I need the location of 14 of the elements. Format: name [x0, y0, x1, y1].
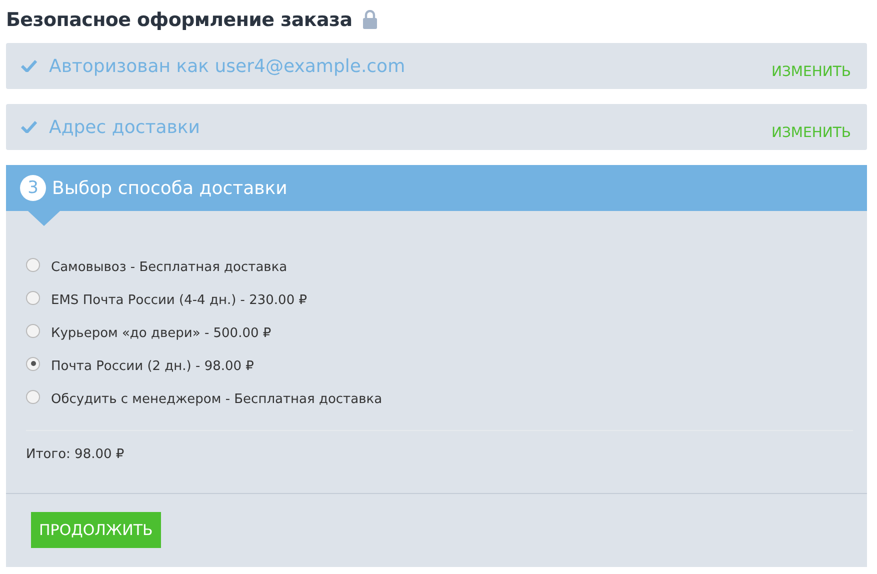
step-title: Выбор способа доставки: [52, 178, 288, 198]
step-number: 3: [20, 175, 46, 201]
continue-button[interactable]: ПРОДОЛЖИТЬ: [31, 512, 161, 548]
change-link[interactable]: ИЗМЕНИТЬ: [771, 125, 851, 141]
option-label: EMS Почта России (4-4 дн.) - 230.00 ₽: [51, 293, 307, 308]
step-label: Адрес доставки: [49, 116, 201, 138]
option-label: Почта России (2 дн.) - 98.00 ₽: [51, 359, 254, 374]
change-link[interactable]: ИЗМЕНИТЬ: [771, 64, 851, 80]
step-label: Авторизован как user4@example.com: [49, 56, 406, 76]
option-label: Курьером «до двери» - 500.00 ₽: [51, 326, 272, 341]
option-label: Самовывоз - Бесплатная доставка: [51, 260, 288, 275]
total-text: Итого: 98.00 ₽: [26, 447, 126, 462]
option-label: Обсудить с менеджером - Бесплатная доставка: [51, 392, 382, 407]
page-title: Безопасное оформление заказа: [6, 8, 352, 30]
